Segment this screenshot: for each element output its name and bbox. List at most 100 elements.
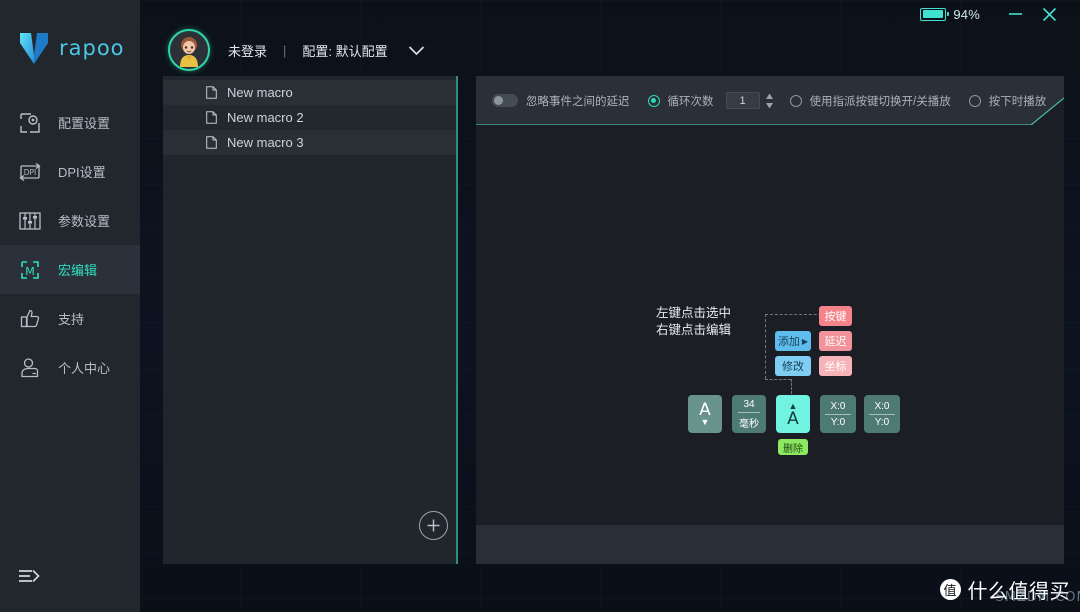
watermark-text: 什么值得买 SMZDM.COM xyxy=(968,575,1080,605)
watermark-sub: SMZDM.COM xyxy=(995,590,1080,605)
rapoo-v-logo xyxy=(20,33,48,64)
macro-canvas[interactable]: 左键点击选中 右键点击编辑 添加 ▶ 修改 按键 延迟 坐标 A ▼ 34 毫秒… xyxy=(476,125,1064,525)
event-divider xyxy=(869,413,895,415)
account-header: 未登录 | 配置: 默认配置 xyxy=(140,26,425,74)
canvas-hint: 左键点击选中 右键点击编辑 xyxy=(656,305,731,339)
macro-event-delay[interactable]: 34 毫秒 xyxy=(732,395,766,433)
sidebar-nav: 配置设置 DPI DPI设置 参数设置 M 宏编辑 支持 个人中心 xyxy=(0,98,140,392)
sidebar-item-label: 支持 xyxy=(58,312,85,327)
event-key-label: A xyxy=(787,408,799,429)
chevron-down-icon xyxy=(408,45,424,55)
watermark: 值 什么值得买 SMZDM.COM xyxy=(939,575,1080,605)
profile-selector-label[interactable]: 配置: 默认配置 xyxy=(302,41,387,60)
sidebar-item-label: DPI设置 xyxy=(58,165,106,180)
list-item[interactable]: New macro 2 xyxy=(163,105,456,130)
macro-event-key-up-selected[interactable]: ▲ A xyxy=(776,395,810,433)
press-play-group[interactable]: 按下时播放 xyxy=(969,93,1047,109)
profile-dropdown-button[interactable] xyxy=(408,45,425,56)
ignore-delay-toggle[interactable] xyxy=(492,94,518,107)
sidebar-item-label: 个人中心 xyxy=(58,361,111,376)
macro-editor-panel: 忽略事件之间的延迟 循环次数 1 使用指派按键切换开/关播放 按下时播放 左键点… xyxy=(476,76,1064,564)
sidebar-item-support[interactable]: 支持 xyxy=(0,294,140,343)
sidebar-item-dpi-settings[interactable]: DPI DPI设置 xyxy=(0,147,140,196)
sidebar-item-personal-center[interactable]: 个人中心 xyxy=(0,343,140,392)
dpi-settings-icon: DPI xyxy=(18,160,42,184)
sidebar-item-parameter-settings[interactable]: 参数设置 xyxy=(0,196,140,245)
loop-count-group[interactable]: 循环次数 1 xyxy=(648,92,774,109)
watermark-badge: 值 xyxy=(939,579,961,600)
loop-count-label: 循环次数 xyxy=(667,95,714,108)
sidebar-item-label: 配置设置 xyxy=(58,116,111,131)
login-status-label[interactable]: 未登录 xyxy=(228,41,267,60)
event-divider xyxy=(825,413,851,415)
toggle-play-radio[interactable] xyxy=(790,95,802,107)
event-divider xyxy=(738,411,760,413)
close-button[interactable] xyxy=(1032,0,1066,28)
close-icon xyxy=(1042,7,1056,21)
event-delay-unit: 毫秒 xyxy=(739,418,759,430)
minimize-button[interactable] xyxy=(998,0,1032,28)
toggle-play-group[interactable]: 使用指派按键切换开/关播放 xyxy=(790,93,951,109)
battery-icon xyxy=(920,7,950,21)
connector-down xyxy=(791,379,792,394)
spinner-arrows-icon[interactable] xyxy=(765,93,774,109)
add-action-button[interactable]: 添加 ▶ xyxy=(775,331,811,351)
list-item[interactable]: New macro 3 xyxy=(163,130,456,155)
toggle-play-label: 使用指派按键切换开/关播放 xyxy=(809,95,951,108)
delay-type-label: 延迟 xyxy=(824,336,847,348)
add-action-label: 添加 xyxy=(777,336,800,348)
macro-event-key-down[interactable]: A ▼ xyxy=(688,395,722,433)
event-coord-y: Y:0 xyxy=(830,416,846,428)
macro-name: New macro 2 xyxy=(227,110,304,125)
list-item[interactable]: New macro xyxy=(163,80,456,105)
brand-logo: rapoo xyxy=(0,0,140,96)
editor-toolbar: 忽略事件之间的延迟 循环次数 1 使用指派按键切换开/关播放 按下时播放 xyxy=(476,76,1064,125)
ignore-delay-group[interactable]: 忽略事件之间的延迟 xyxy=(492,93,630,109)
press-play-radio[interactable] xyxy=(969,95,981,107)
app-window: 94% rapoo 配置设置 DPI DPI设置 参数设置 M 宏编辑 支持 个… xyxy=(0,0,1080,612)
document-icon xyxy=(206,136,217,149)
coordinate-type-label: 坐标 xyxy=(824,361,847,373)
loop-count-radio[interactable] xyxy=(648,95,660,107)
macro-list: New macro New macro 2 New macro 3 xyxy=(163,76,456,155)
macro-name: New macro xyxy=(227,85,293,100)
macro-event-coordinate[interactable]: X:0 Y:0 xyxy=(864,395,900,433)
loop-count-stepper[interactable]: 1 xyxy=(726,92,774,109)
event-key-label: A xyxy=(699,399,711,420)
hint-line-1: 左键点击选中 xyxy=(656,306,732,320)
delay-type-button[interactable]: 延迟 xyxy=(819,331,852,351)
play-arrow-icon: ▶ xyxy=(801,336,809,346)
modify-action-button[interactable]: 修改 xyxy=(775,356,811,376)
title-bar: 94% xyxy=(0,0,1080,28)
hint-line-2: 右键点击编辑 xyxy=(656,323,732,337)
document-icon xyxy=(206,111,217,124)
event-coord-x: X:0 xyxy=(874,400,890,412)
event-coord-y: Y:0 xyxy=(874,416,890,428)
sidebar-item-profile-settings[interactable]: 配置设置 xyxy=(0,98,140,147)
event-coord-x: X:0 xyxy=(830,400,846,412)
loop-count-input[interactable]: 1 xyxy=(726,92,760,109)
add-macro-button[interactable] xyxy=(419,511,448,540)
parameter-settings-icon xyxy=(18,209,42,233)
sidebar-item-label: 宏编辑 xyxy=(58,263,98,278)
expand-panel-icon xyxy=(19,569,40,583)
ignore-delay-label: 忽略事件之间的延迟 xyxy=(526,95,630,108)
minimize-icon xyxy=(1008,13,1022,15)
coordinate-type-button[interactable]: 坐标 xyxy=(819,356,852,376)
svg-text:M: M xyxy=(25,265,35,278)
sidebar-item-macro-editor[interactable]: M 宏编辑 xyxy=(0,245,140,294)
brand-name: rapoo xyxy=(59,36,125,60)
editor-footer-bar xyxy=(476,525,1064,564)
connector-vertical xyxy=(765,314,766,379)
macro-event-coordinate[interactable]: X:0 Y:0 xyxy=(820,395,856,433)
connector-bottom xyxy=(765,379,791,380)
battery-percent-label: 94% xyxy=(953,6,980,22)
key-type-button[interactable]: 按键 xyxy=(819,306,852,326)
modify-action-label: 修改 xyxy=(782,361,804,373)
sidebar-collapse-button[interactable] xyxy=(0,540,140,612)
plus-circle-icon xyxy=(427,519,440,532)
delete-event-button[interactable]: 删除 xyxy=(778,439,808,455)
profile-settings-icon xyxy=(18,111,42,135)
user-avatar xyxy=(172,33,206,67)
avatar[interactable] xyxy=(168,29,210,71)
